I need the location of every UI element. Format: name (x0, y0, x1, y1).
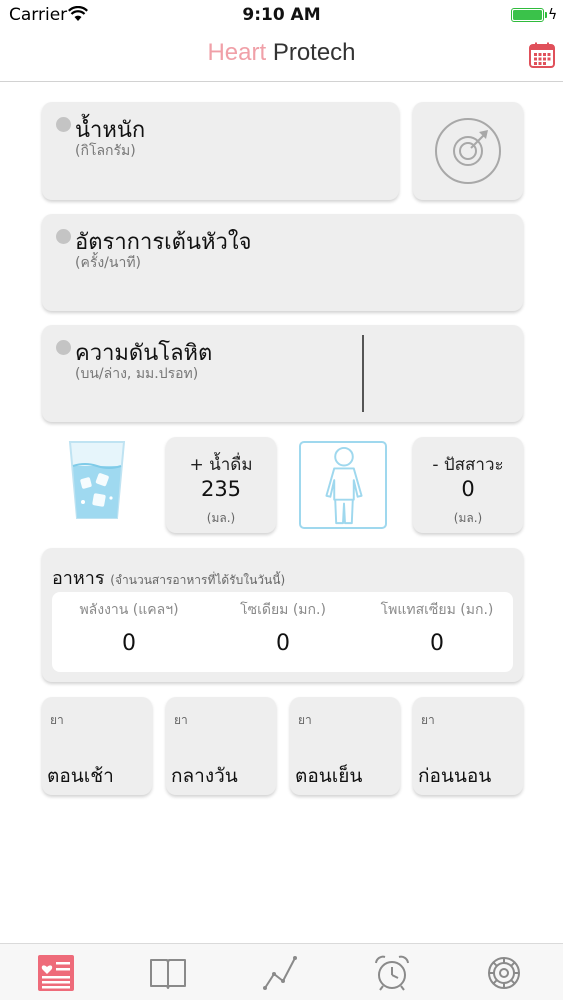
food-title: อาหาร (จำนวนสารอาหารที่ได้รับในวันนี้) (52, 563, 285, 592)
food-energy: พลังงาน (แคลฯ) 0 (52, 592, 206, 672)
weight-unit: (กิโลกรัม) (75, 143, 136, 159)
med-morning-prefix: ยา (50, 713, 64, 727)
med-evening-card[interactable]: ยา ตอนเย็น (290, 697, 400, 795)
target-card[interactable] (413, 102, 523, 200)
app-title-protech: Protech (272, 39, 356, 66)
urine-card[interactable]: - ปัสสาวะ 0 (มล.) (413, 437, 523, 533)
tab-record[interactable] (0, 944, 112, 1000)
med-bedtime-prefix: ยา (421, 713, 435, 727)
med-bedtime-card[interactable]: ยา ก่อนนอน (413, 697, 523, 795)
heart-rate-unit: (ครั้ง/นาที) (75, 255, 142, 271)
status-bar: Carrier 9:10 AM ϟ (0, 0, 563, 30)
food-sodium-value: 0 (276, 631, 290, 656)
status-time: 9:10 AM (242, 5, 321, 25)
food-sodium: โซเดียม (มก.) 0 (206, 592, 360, 672)
calendar-icon[interactable] (528, 41, 556, 69)
med-evening-prefix: ยา (298, 713, 312, 727)
battery-icon (511, 8, 544, 22)
med-morning-label: ตอนเช้า (47, 765, 114, 787)
app-title-heart: Heart (207, 39, 267, 66)
tab-graph[interactable] (224, 944, 336, 1000)
urine-unit: (มล.) (453, 511, 483, 525)
water-glass-icon[interactable] (67, 438, 127, 522)
target-icon (435, 118, 501, 184)
med-bedtime-label: ก่อนนอน (418, 765, 492, 787)
blood-pressure-status-dot (56, 340, 71, 355)
med-noon-prefix: ยา (174, 713, 188, 727)
person-box[interactable] (299, 441, 387, 529)
tab-settings[interactable] (448, 944, 560, 1000)
tab-alarm[interactable] (336, 944, 448, 1000)
drink-card[interactable]: + น้ำดื่ม 235 (มล.) (166, 437, 276, 533)
blood-pressure-card[interactable]: ความดันโลหิต (บน/ล่าง, มม.ปรอท) (42, 325, 523, 422)
food-potassium: โพแทสเซียม (มก.) 0 (360, 592, 514, 672)
heart-rate-status-dot (56, 229, 71, 244)
food-card[interactable]: อาหาร (จำนวนสารอาหารที่ได้รับในวันนี้) พ… (42, 548, 523, 682)
med-noon-card[interactable]: ยา กลางวัน (166, 697, 276, 795)
food-summary-panel: พลังงาน (แคลฯ) 0 โซเดียม (มก.) 0 โพแทสเซ… (52, 592, 513, 672)
graph-icon (263, 956, 297, 990)
charging-icon: ϟ (548, 7, 558, 23)
weight-status-dot (56, 117, 71, 132)
drink-unit: (มล.) (206, 511, 236, 525)
med-noon-label: กลางวัน (171, 765, 238, 787)
app-title: Heart Protech (0, 39, 563, 67)
urine-value: 0 (461, 477, 475, 501)
food-energy-value: 0 (122, 631, 136, 656)
food-subtitle: (จำนวนสารอาหารที่ได้รับในวันนี้) (110, 573, 286, 587)
food-potassium-value: 0 (430, 631, 444, 656)
drink-label: + น้ำดื่ม (189, 455, 253, 475)
settings-icon (488, 957, 520, 989)
blood-pressure-divider (362, 335, 364, 412)
book-icon (150, 959, 186, 989)
heart-rate-card[interactable]: อัตราการเต้นหัวใจ (ครั้ง/นาที) (42, 214, 523, 311)
food-sodium-label: โซเดียม (มก.) (240, 602, 326, 618)
blood-pressure-unit: (บน/ล่าง, มม.ปรอท) (75, 366, 199, 382)
nav-bar: Heart Protech (0, 30, 563, 82)
heart-list-icon (38, 955, 74, 991)
food-title-text: อาหาร (52, 568, 105, 589)
med-morning-card[interactable]: ยา ตอนเช้า (42, 697, 152, 795)
tab-bar (0, 943, 563, 1000)
urine-label: - ปัสสาวะ (432, 455, 504, 475)
drink-value: 235 (200, 477, 242, 501)
food-potassium-label: โพแทสเซียม (มก.) (380, 602, 494, 618)
med-evening-label: ตอนเย็น (295, 765, 363, 787)
food-energy-label: พลังงาน (แคลฯ) (79, 602, 179, 618)
person-icon (325, 446, 363, 525)
weight-card[interactable]: น้ำหนัก (กิโลกรัม) (42, 102, 399, 200)
alarm-clock-icon (375, 955, 409, 991)
battery-tip (545, 12, 547, 18)
tab-book[interactable] (112, 944, 224, 1000)
